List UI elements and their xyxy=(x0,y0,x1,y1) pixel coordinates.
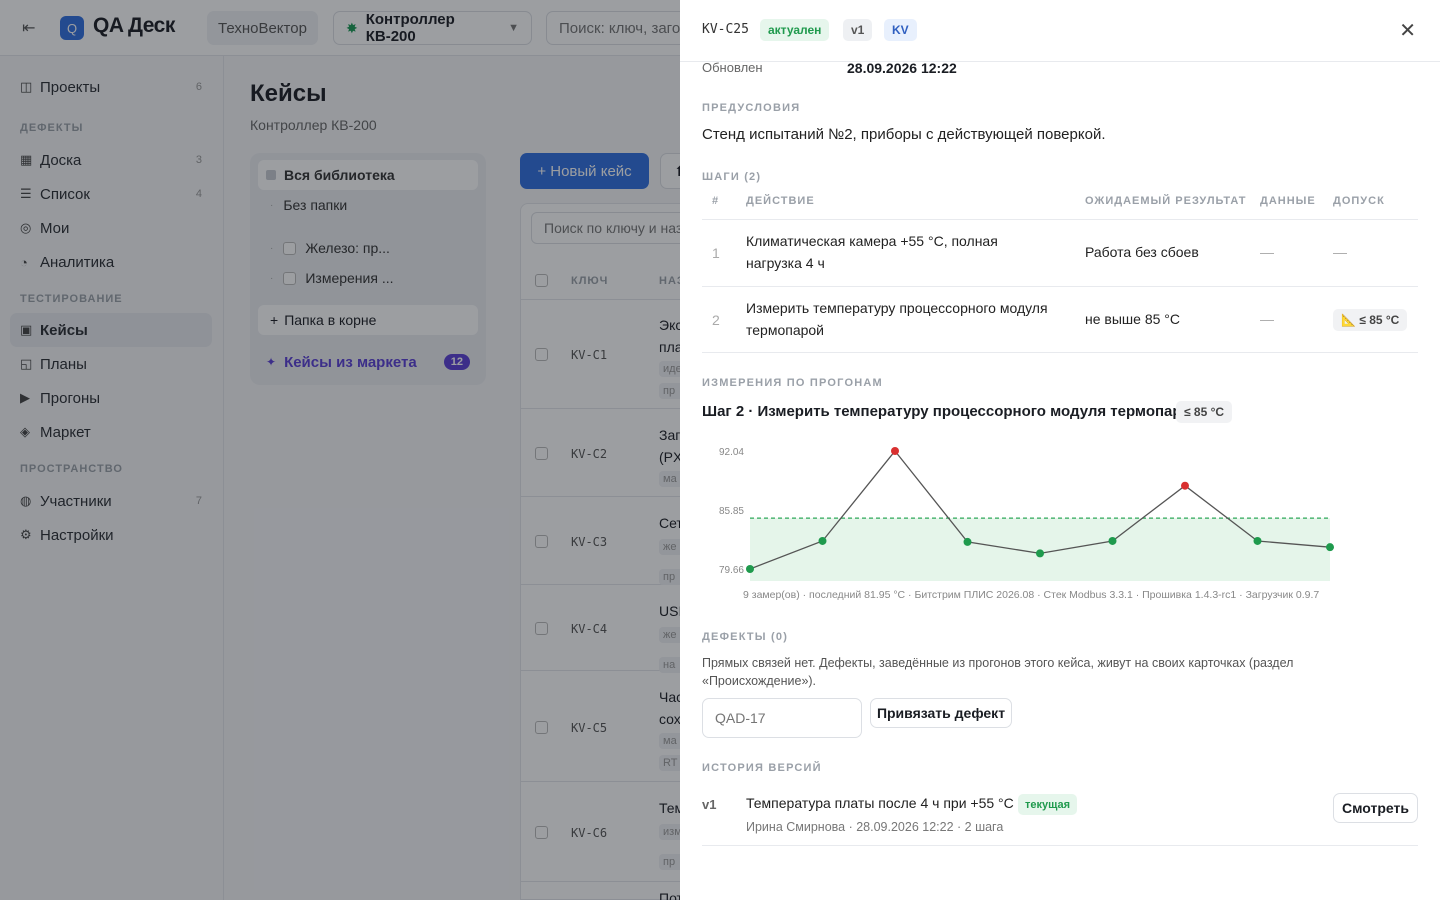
project-tag: KV xyxy=(884,19,917,41)
tolerance-badge: 📐 ≤ 85 °C xyxy=(1333,309,1408,331)
defects-label: ДЕФЕКТЫ (0) xyxy=(702,631,789,643)
step-action: Климатическая камера +55 °C, полная xyxy=(746,233,998,249)
drawer-header: KV-C25 актуален v1 KV ✕ xyxy=(680,0,1440,62)
data-point xyxy=(1036,549,1044,558)
chart-footer: 9 замер(ов) · последний 81.95 °C · Битст… xyxy=(743,589,1320,601)
defects-text: Прямых связей нет. Дефекты, заведённые и… xyxy=(702,656,1294,688)
divider xyxy=(702,219,1418,220)
data-point xyxy=(1181,481,1189,490)
divider xyxy=(702,286,1418,287)
step-expected: не выше 85 °C xyxy=(1085,311,1180,327)
data-point xyxy=(818,536,827,545)
step-action-cont: термопарой xyxy=(746,322,824,338)
version-meta: Ирина Смирнова · 28.09.2026 12:22 · 2 ша… xyxy=(746,820,1004,834)
y-tick-label: 85.85 xyxy=(719,506,744,517)
step-number: 2 xyxy=(712,312,720,328)
step-tolerance: — xyxy=(1333,244,1347,260)
preconditions-text: Стенд испытаний №2, приборы с действующе… xyxy=(702,126,1106,143)
version-tag: v1 xyxy=(702,797,717,812)
version-badge: v1 xyxy=(843,19,873,41)
case-drawer: KV-C25 актуален v1 KV ✕ Обновлен 28.09.2… xyxy=(680,0,1440,900)
col-data: ДАННЫЕ xyxy=(1260,195,1316,207)
version-title: Температура платы после 4 ч при +55 °C xyxy=(746,795,1014,811)
divider xyxy=(702,352,1418,353)
chart-title: Шаг 2 · Измерить температуру процессорно… xyxy=(702,403,1200,420)
measurement-chart: 92.04 85.85 79.66 xyxy=(719,447,1334,581)
step-number: 1 xyxy=(712,245,720,261)
history-label: ИСТОРИЯ ВЕРСИЙ xyxy=(702,762,822,774)
col-expected: ОЖИДАЕМЫЙ РЕЗУЛЬТАТ xyxy=(1085,195,1247,207)
step-expected: Работа без сбоев xyxy=(1085,244,1199,260)
chart-tolerance-badge: ≤ 85 °C xyxy=(1176,401,1233,423)
col-tolerance: ДОПУСК xyxy=(1333,195,1385,207)
y-tick-label: 79.66 xyxy=(719,565,744,576)
data-point xyxy=(891,447,899,455)
updated-label: Обновлен xyxy=(702,60,763,75)
data-point xyxy=(1253,536,1262,545)
y-tick-label: 92.04 xyxy=(719,447,744,458)
steps-label: ШАГИ (2) xyxy=(702,171,762,183)
step-data: — xyxy=(1260,311,1274,327)
link-defect-button[interactable]: Привязать дефект xyxy=(870,698,1012,728)
step-action-cont: нагрузка 4 ч xyxy=(746,255,825,271)
view-version-button[interactable]: Смотреть xyxy=(1333,793,1418,823)
col-action: ДЕЙСТВИЕ xyxy=(746,195,815,207)
data-point xyxy=(746,565,754,573)
data-point xyxy=(1108,536,1117,545)
measurements-label: ИЗМЕРЕНИЯ ПО ПРОГОНАМ xyxy=(702,377,883,389)
defect-key-input[interactable] xyxy=(702,698,862,738)
data-point xyxy=(963,537,972,546)
close-icon[interactable]: ✕ xyxy=(1399,18,1416,43)
status-badge: актуален xyxy=(760,19,830,41)
case-key: KV-C25 xyxy=(702,22,749,37)
current-badge: текущая xyxy=(1018,794,1078,815)
updated-value: 28.09.2026 12:22 xyxy=(847,60,957,76)
col-number: # xyxy=(712,195,720,207)
data-point xyxy=(1326,543,1334,552)
divider xyxy=(702,845,1418,846)
preconditions-label: ПРЕДУСЛОВИЯ xyxy=(702,102,801,114)
step-data: — xyxy=(1260,244,1274,260)
step-action: Измерить температуру процессорного модул… xyxy=(746,300,1048,316)
